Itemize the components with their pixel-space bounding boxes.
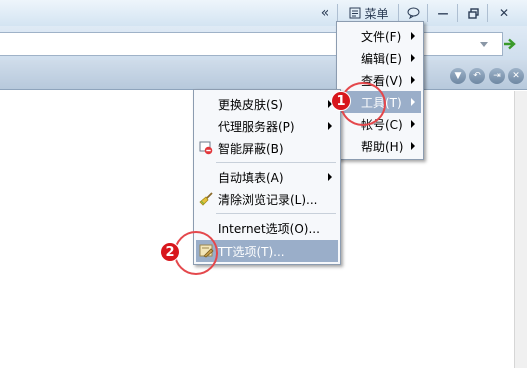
go-arrow-icon[interactable]	[503, 38, 517, 50]
menu-item-label: 智能屏蔽(B)	[218, 141, 284, 156]
close-button[interactable]: ✕	[492, 2, 516, 24]
restore-button[interactable]	[462, 2, 484, 24]
menu-item-label: 编辑(E)	[361, 51, 402, 66]
scrollbar[interactable]	[514, 91, 527, 368]
minimize-button[interactable]: —	[432, 2, 454, 24]
tab-bar: ▼ ↶ ⇥ ✕	[0, 60, 527, 90]
dropdown-arrow-icon[interactable]	[480, 42, 488, 47]
menu-item-file[interactable]: 文件(F)	[339, 25, 421, 47]
close-icon[interactable]: ✕	[508, 68, 524, 84]
menu-item-label: Internet选项(O)...	[218, 221, 320, 236]
step-badge-1: 1	[331, 91, 351, 111]
menu-item-label: 清除浏览记录(L)...	[218, 192, 318, 207]
menu-item-smart-block[interactable]: 智能屏蔽(B)	[196, 137, 338, 159]
address-input[interactable]	[0, 32, 503, 56]
menu-item-autofill[interactable]: 自动填表(A)	[196, 166, 338, 188]
pin-icon[interactable]: ⇥	[489, 68, 505, 84]
restore-icon	[467, 7, 479, 19]
broom-icon	[199, 192, 213, 206]
menu-separator	[216, 213, 336, 214]
collapse-icon[interactable]: «	[315, 2, 335, 24]
title-bar: « 菜单 — ✕	[0, 0, 527, 26]
step-number: 1	[336, 93, 346, 109]
separator	[427, 4, 428, 22]
menu-item-internet-options[interactable]: Internet选项(O)...	[196, 217, 338, 239]
menu-separator	[216, 162, 336, 163]
chevron-down-icon[interactable]: ▼	[450, 68, 466, 84]
submenu-arrow-icon	[411, 98, 415, 106]
menu-button-label: 菜单	[364, 6, 389, 21]
menu-item-clear-history[interactable]: 清除浏览记录(L)...	[196, 188, 338, 210]
separator	[398, 4, 399, 22]
submenu-arrow-icon	[411, 54, 415, 62]
submenu-arrow-icon	[328, 173, 332, 181]
step-badge-2: 2	[160, 242, 180, 262]
menu-item-label: TT选项(T)...	[218, 244, 285, 259]
menu-item-label: 帮助(H)	[361, 139, 404, 154]
collapse-glyph: «	[320, 5, 330, 21]
separator	[457, 4, 458, 22]
menu-list-icon	[349, 7, 361, 19]
submenu-arrow-icon	[411, 142, 415, 150]
menu-item-help[interactable]: 帮助(H)	[339, 135, 421, 157]
menu-item-label: 代理服务器(P)	[218, 119, 295, 134]
address-row	[0, 26, 527, 60]
submenu-arrow-icon	[411, 76, 415, 84]
menu-item-label: 自动填表(A)	[218, 170, 284, 185]
menu-item-change-skin[interactable]: 更换皮肤(S)	[196, 93, 338, 115]
submenu-arrow-icon	[328, 122, 332, 130]
close-icon: ✕	[498, 6, 510, 20]
submenu-arrow-icon	[411, 32, 415, 40]
minimize-icon: —	[437, 6, 449, 20]
undo-icon[interactable]: ↶	[469, 68, 485, 84]
menu-item-proxy[interactable]: 代理服务器(P)	[196, 115, 338, 137]
menu-item-edit[interactable]: 编辑(E)	[339, 47, 421, 69]
separator	[337, 4, 338, 22]
menu-item-label: 更换皮肤(S)	[218, 97, 283, 112]
speech-bubble-icon	[407, 7, 419, 19]
separator	[487, 4, 488, 22]
step-number: 2	[165, 244, 175, 260]
submenu-arrow-icon	[411, 120, 415, 128]
tools-submenu: 更换皮肤(S) 代理服务器(P) 智能屏蔽(B) 自动填表(A) 清除浏览记录(…	[193, 89, 341, 265]
menu-item-label: 文件(F)	[361, 29, 402, 44]
highlight-ring	[174, 231, 218, 275]
block-icon	[199, 141, 213, 155]
